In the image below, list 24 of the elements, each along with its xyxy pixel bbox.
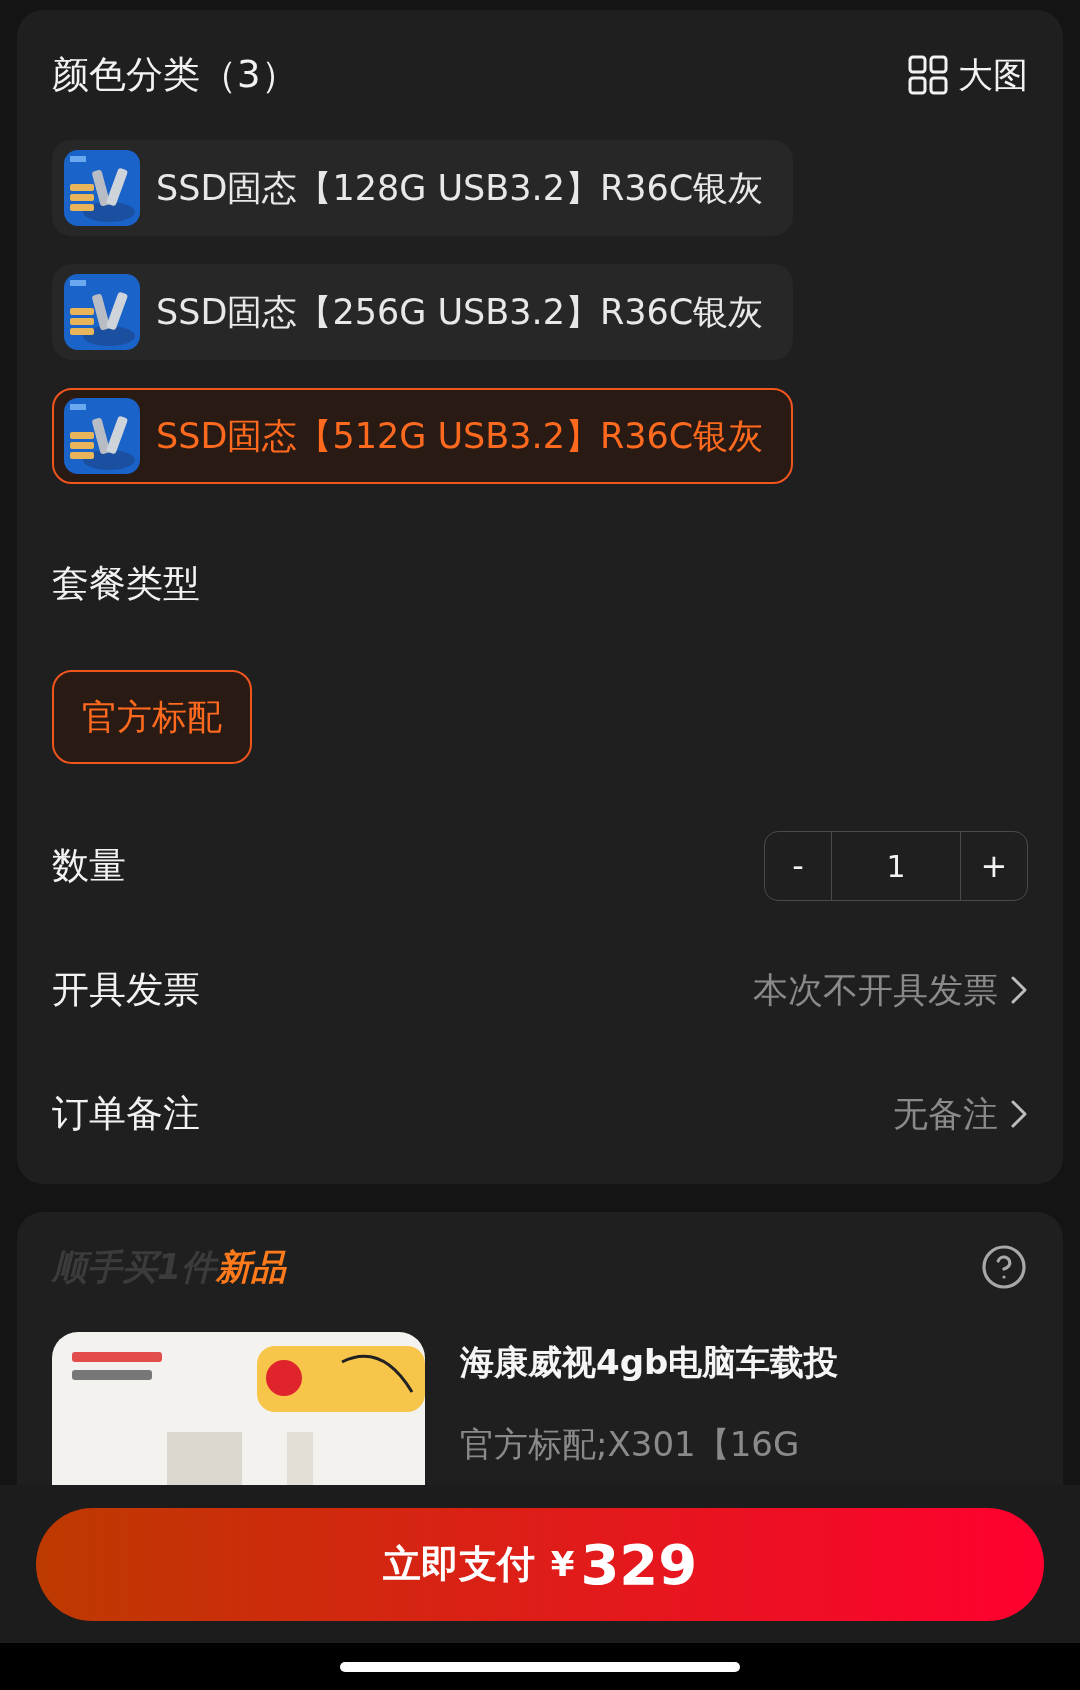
pay-now-button[interactable]: 立即支付 ¥329 (36, 1507, 1044, 1621)
section-title: 颜色分类（3） (52, 52, 298, 98)
quantity-field[interactable]: 1 (831, 832, 961, 900)
decrease-button[interactable]: - (765, 832, 831, 900)
quantity-stepper[interactable]: - 1 + (764, 831, 1028, 901)
invoice-selector[interactable]: 本次不开具发票 (753, 966, 1028, 1014)
chevron-right-icon (1010, 1099, 1028, 1129)
quantity-label: 数量 (52, 843, 126, 889)
section-title: 套餐类型 (52, 561, 200, 607)
grid-icon (908, 55, 948, 95)
variant-option[interactable]: SSD固态【128G USB3.2】R36C银灰 (52, 140, 794, 236)
order-note-label: 订单备注 (52, 1091, 200, 1137)
help-icon[interactable] (980, 1243, 1028, 1291)
product-title: 海康威视4gb电脑车载投 (460, 1341, 839, 1384)
chevron-right-icon (1010, 975, 1028, 1005)
increase-button[interactable]: + (961, 832, 1027, 900)
home-indicator[interactable] (340, 1661, 740, 1672)
variant-option[interactable]: SSD固态【256G USB3.2】R36C银灰 (52, 264, 794, 360)
package-option[interactable]: 官方标配 (52, 670, 252, 764)
invoice-label: 开具发票 (52, 967, 200, 1013)
order-note-selector[interactable]: 无备注 (893, 1090, 1028, 1138)
product-spec: 官方标配;X301【16G (460, 1423, 801, 1466)
variant-option[interactable]: SSD固态【512G USB3.2】R36C银灰 (52, 388, 794, 484)
large-view-toggle[interactable]: 大图 (908, 51, 1028, 99)
